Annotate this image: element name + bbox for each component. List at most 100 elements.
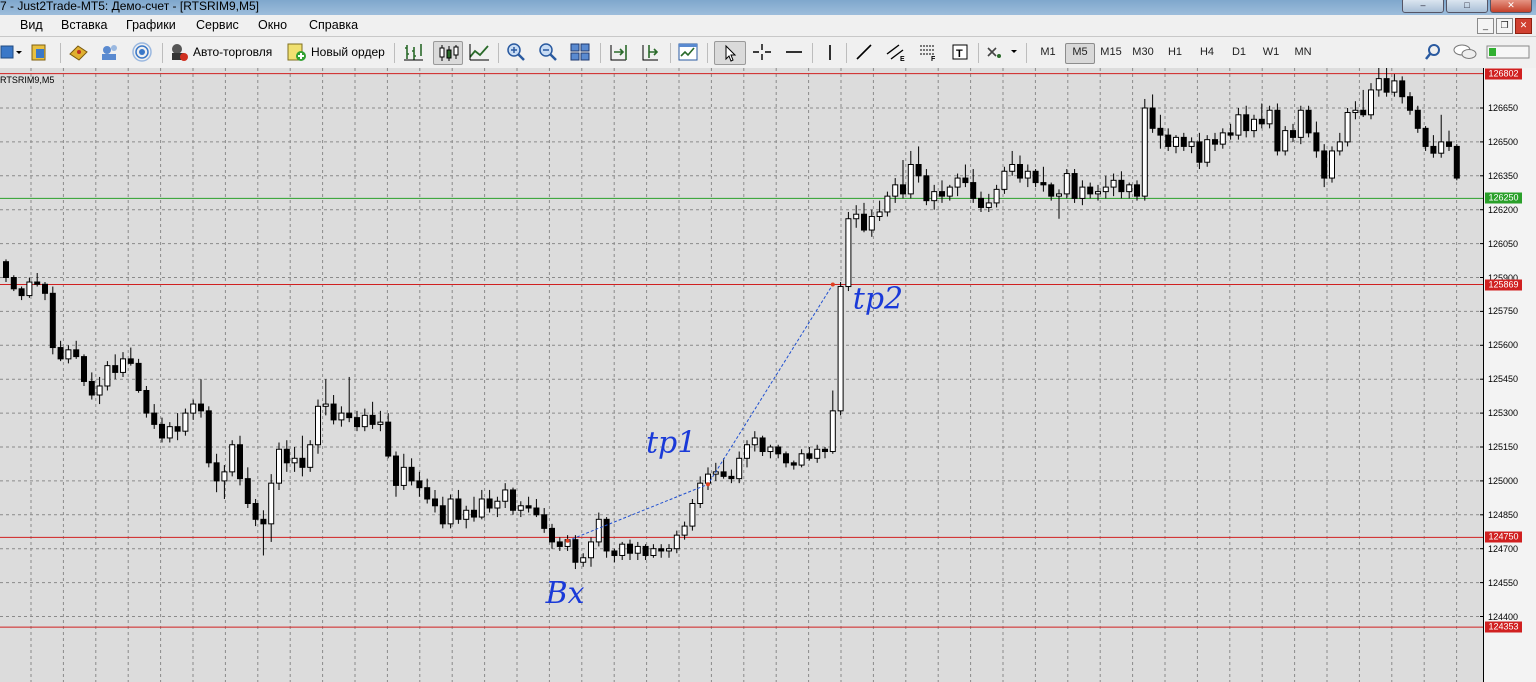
candle-body-bull: [315, 405, 321, 446]
candle-body-bull: [1297, 109, 1304, 138]
candle-body-bull: [884, 195, 891, 213]
candle-body-bear: [915, 164, 922, 177]
price-tick-label: 125150: [1488, 442, 1519, 452]
chat-button[interactable]: [1452, 41, 1478, 63]
profiles-button[interactable]: [30, 41, 52, 63]
text-label-button[interactable]: T: [948, 41, 972, 63]
new-order-button[interactable]: Новый ордер: [286, 41, 388, 63]
candle-body-bull: [400, 466, 407, 486]
navigator-button[interactable]: [98, 41, 122, 63]
horizontal-line-button[interactable]: [782, 41, 806, 63]
candle-body-bull: [1110, 179, 1117, 188]
candle-body-bear: [1071, 173, 1078, 199]
candle-body-bear: [260, 518, 267, 525]
timeframe-m30[interactable]: M30: [1129, 43, 1157, 62]
candle-body-bear: [1227, 132, 1234, 136]
maximize-window-button[interactable]: □: [1446, 0, 1488, 13]
zoom-in-icon: [507, 43, 525, 61]
tile-windows-button[interactable]: [568, 41, 592, 63]
menu-help[interactable]: Справка: [309, 18, 358, 32]
chart-close-button[interactable]: ✕: [1515, 18, 1532, 34]
timeframe-h4[interactable]: H4: [1193, 43, 1221, 62]
indicators-button[interactable]: [676, 41, 700, 63]
candle-body-bear: [611, 550, 618, 556]
cursor-tool-button[interactable]: [714, 41, 746, 65]
objects-dropdown-button[interactable]: [984, 41, 1020, 63]
vertical-line-button[interactable]: [818, 41, 842, 63]
svg-text:E: E: [900, 56, 905, 62]
chart-restore-button[interactable]: ❐: [1496, 18, 1513, 34]
candle-body-bull: [26, 281, 33, 297]
candle-body-bear: [283, 448, 290, 464]
algo-trading-button[interactable]: Авто-торговля: [168, 41, 278, 63]
candlestick-chart[interactable]: Вх tp1 tp2: [0, 68, 1483, 682]
price-tick-label: 124550: [1488, 577, 1519, 588]
new-chart-icon: [0, 45, 22, 59]
menu-window[interactable]: Окно: [258, 18, 287, 32]
candle-body-bull: [104, 365, 111, 387]
menu-tools[interactable]: Сервис: [196, 18, 239, 32]
candle-body-bull: [673, 534, 680, 550]
candle-body-bear: [73, 349, 80, 358]
candle-body-bear: [510, 489, 516, 511]
line-chart-button[interactable]: [467, 41, 491, 63]
equidistant-channel-button[interactable]: E: [884, 41, 908, 63]
timeframe-mn[interactable]: MN: [1289, 43, 1317, 62]
market-watch-button[interactable]: [66, 41, 90, 63]
toolbar-separator: [162, 43, 163, 63]
price-tick-label: 126200: [1488, 204, 1519, 215]
timeframe-d1[interactable]: D1: [1225, 43, 1253, 62]
candle-body-bear: [198, 403, 204, 412]
candle-body-bear: [408, 466, 415, 482]
price-tick-label: 125450: [1488, 374, 1519, 385]
connection-status-icon: [1486, 45, 1530, 59]
timeframe-m15[interactable]: M15: [1097, 43, 1125, 62]
timeframe-m1[interactable]: M1: [1034, 43, 1062, 62]
candle-body-bear: [1446, 141, 1452, 147]
new-chart-button[interactable]: [0, 41, 22, 63]
signals-button[interactable]: [130, 41, 154, 63]
candle-body-bull: [744, 444, 750, 459]
zoom-out-button[interactable]: [536, 41, 560, 63]
candle-body-bear: [81, 356, 87, 382]
candle-body-bull: [892, 184, 899, 197]
chart-shift-button[interactable]: [606, 41, 630, 63]
signals-icon: [132, 42, 152, 62]
zoom-in-button[interactable]: [504, 41, 528, 63]
candle-body-bull: [931, 191, 938, 202]
minimize-window-button[interactable]: –: [1402, 0, 1444, 13]
timeframe-m5[interactable]: M5: [1065, 43, 1095, 64]
candle-body-bull: [307, 444, 314, 468]
crosshair-button[interactable]: [750, 41, 774, 63]
menu-charts[interactable]: Графики: [126, 18, 176, 32]
toolbar-separator: [600, 43, 601, 63]
auto-scroll-button[interactable]: [638, 41, 662, 63]
candlestick-chart-button[interactable]: [433, 41, 463, 65]
menu-view[interactable]: Вид: [20, 18, 43, 32]
trendline-button[interactable]: [852, 41, 876, 63]
candle-body-bear: [1157, 127, 1164, 136]
fibonacci-button[interactable]: F: [916, 41, 940, 63]
tile-windows-icon: [570, 43, 590, 61]
menu-insert[interactable]: Вставка: [61, 18, 107, 32]
chart-minimize-button[interactable]: _: [1477, 18, 1494, 34]
search-button[interactable]: [1422, 41, 1444, 63]
candle-body-bear: [822, 448, 828, 453]
vertical-line-icon: [829, 45, 831, 60]
candle-body-bear: [1243, 114, 1250, 132]
candle-body-bear: [923, 175, 930, 202]
toolbar-separator: [978, 43, 979, 63]
candle-body-bear: [1212, 139, 1218, 145]
price-level-tag: 125869: [1485, 279, 1522, 290]
candle-body-bear: [790, 462, 797, 466]
candle-body-bear: [1360, 109, 1367, 116]
candle-body-bear: [1407, 96, 1413, 111]
search-icon: [1425, 44, 1440, 60]
timeframe-w1[interactable]: W1: [1257, 43, 1285, 62]
bar-chart-button[interactable]: [401, 41, 425, 63]
toolbar-separator: [846, 43, 847, 63]
window-title: 7 - Just2Trade-MT5: Демо-счет - [RTSRIM9…: [0, 0, 259, 13]
equidistant-channel-icon: E: [886, 44, 905, 62]
timeframe-h1[interactable]: H1: [1161, 43, 1189, 62]
close-window-button[interactable]: ✕: [1490, 0, 1532, 13]
